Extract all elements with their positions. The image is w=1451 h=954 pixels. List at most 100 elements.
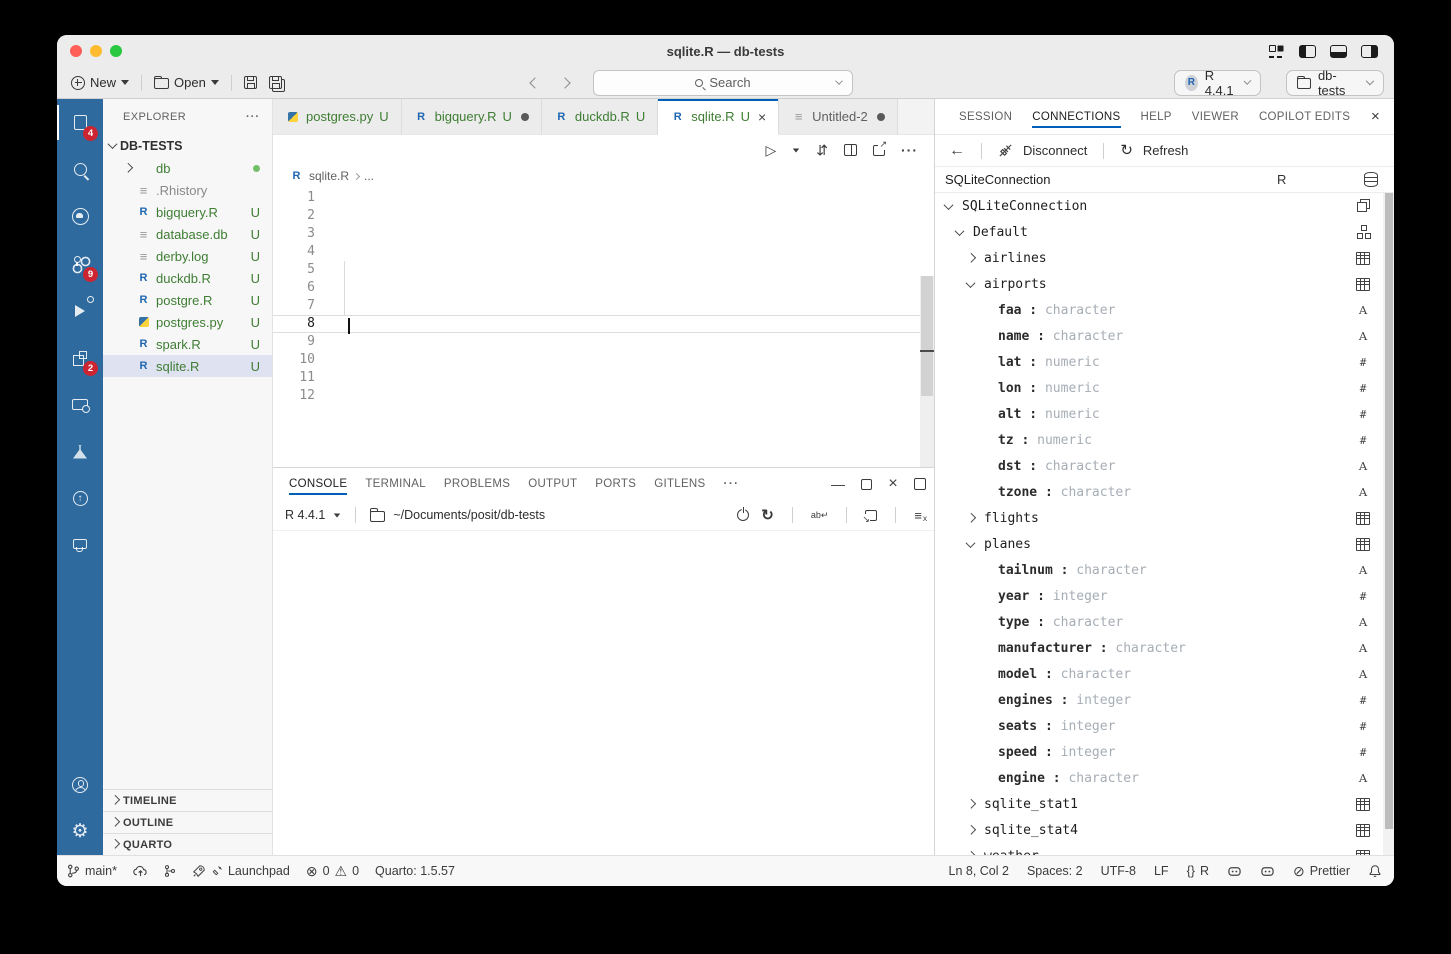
refresh-button[interactable]: Refresh [1143, 143, 1189, 158]
sidebar-item-publish[interactable]: ↑ [57, 475, 103, 522]
secondary-tab[interactable]: SESSION [959, 99, 1012, 135]
secondary-tab[interactable]: HELP [1141, 99, 1172, 135]
connection-tree-row[interactable]: faa : character [935, 297, 1394, 323]
editor-tab[interactable]: Untitled-2 [779, 99, 898, 134]
copilot-secondary-item[interactable] [1260, 865, 1275, 878]
connection-tree-row[interactable]: sqlite_stat1 [935, 791, 1394, 817]
connection-tree-row[interactable]: weather [935, 843, 1394, 855]
source-file-button[interactable]: ⇵ [816, 143, 828, 157]
secondary-tab[interactable]: COPILOT EDITS [1259, 99, 1350, 135]
prettier-item[interactable]: ⊘ Prettier [1293, 864, 1350, 878]
float-panel-icon[interactable] [861, 479, 872, 490]
secondary-tab[interactable]: VIEWER [1192, 99, 1239, 135]
explorer-more-actions-icon[interactable]: ··· [246, 111, 260, 123]
expand-chevron-icon[interactable] [944, 200, 954, 210]
connection-tree-row[interactable]: airlines [935, 245, 1394, 271]
sidebar-item-github[interactable] [57, 193, 103, 240]
cursor-position-item[interactable]: Ln 8, Col 2 [949, 864, 1009, 878]
file-tree-item[interactable]: spark.R U [103, 333, 272, 355]
interpreter-selector[interactable]: R R 4.4.1 [1174, 70, 1261, 96]
console-working-directory[interactable]: ~/Documents/posit/db-tests [393, 508, 545, 522]
navigate-forward-icon[interactable] [559, 77, 570, 88]
connection-tree-row[interactable]: year : integer [935, 583, 1394, 609]
connection-tree-row[interactable]: alt : numeric [935, 401, 1394, 427]
expand-chevron-icon[interactable] [966, 538, 976, 548]
run-dropdown-icon[interactable] [793, 148, 799, 152]
panel-tab[interactable]: TERMINAL [365, 468, 426, 500]
code-editor[interactable]: 1 2 [273, 187, 934, 467]
breadcrumb[interactable]: sqlite.R ... [273, 165, 934, 187]
connection-tree-row[interactable]: sqlite_stat4 [935, 817, 1394, 843]
connection-tree-row[interactable]: lat : numeric [935, 349, 1394, 375]
file-tree-item[interactable]: .Rhistory [103, 179, 272, 201]
connection-header-row[interactable]: SQLiteConnection R [935, 167, 1394, 193]
connection-tree-row[interactable]: manufacturer : character [935, 635, 1394, 661]
restart-console-icon[interactable]: ↻ [761, 508, 774, 523]
file-tree-item[interactable]: db [103, 157, 272, 179]
indentation-item[interactable]: Spaces: 2 [1027, 864, 1083, 878]
connections-scrollbar[interactable] [1383, 193, 1394, 855]
navigate-back-icon[interactable] [529, 77, 540, 88]
minimize-window-button[interactable] [90, 45, 102, 57]
run-button[interactable]: ▷ [765, 143, 776, 157]
file-tree-item[interactable]: database.db U [103, 223, 272, 245]
sidebar-item-remote-explorer[interactable] [57, 381, 103, 428]
panel-tab[interactable]: PROBLEMS [444, 468, 510, 500]
git-branch-item[interactable]: main* [67, 864, 117, 878]
panel-more-tabs-icon[interactable]: ··· [724, 478, 740, 490]
back-icon[interactable]: ← [949, 142, 965, 160]
connection-tree-row[interactable]: engine : character [935, 765, 1394, 791]
maximize-panel-icon[interactable] [914, 478, 926, 490]
close-tab-icon[interactable]: × [758, 109, 766, 125]
sidebar-item-search[interactable] [57, 146, 103, 193]
connection-tree-row[interactable]: model : character [935, 661, 1394, 687]
minimize-panel-icon[interactable]: — [831, 476, 845, 492]
toggle-panel-icon[interactable] [1330, 45, 1347, 58]
file-tree-item[interactable]: bigquery.R U [103, 201, 272, 223]
console-output[interactable] [273, 531, 934, 855]
editor-tab[interactable]: sqlite.R U × [658, 99, 779, 135]
clear-console-icon[interactable]: ≡ [914, 508, 922, 523]
disconnect-button[interactable]: Disconnect [1023, 143, 1087, 158]
connection-tree-row[interactable]: seats : integer [935, 713, 1394, 739]
connection-tree-row[interactable]: type : character [935, 609, 1394, 635]
new-button[interactable]: New [65, 75, 135, 90]
sidebar-item-comments[interactable] [57, 522, 103, 569]
word-wrap-icon[interactable]: ab↵ [811, 510, 829, 521]
notifications-item[interactable] [1368, 864, 1382, 878]
eol-item[interactable]: LF [1154, 864, 1169, 878]
shutdown-console-icon[interactable] [737, 509, 749, 521]
connection-tree-row[interactable]: speed : integer [935, 739, 1394, 765]
expand-chevron-icon[interactable] [955, 226, 965, 236]
encoding-item[interactable]: UTF-8 [1101, 864, 1136, 878]
scrollbar-thumb[interactable] [921, 276, 933, 396]
file-tree-item[interactable]: sqlite.R U [103, 355, 272, 377]
close-panel-icon[interactable]: × [1371, 108, 1380, 125]
connection-tree-row[interactable]: tzone : character [935, 479, 1394, 505]
connection-tree-row[interactable]: tailnum : character [935, 557, 1394, 583]
expand-chevron-icon[interactable] [966, 798, 976, 808]
save-all-button[interactable] [263, 76, 291, 89]
language-mode-item[interactable]: {} R [1187, 864, 1209, 878]
settings-button[interactable]: ⚙ [57, 808, 103, 855]
problems-item[interactable]: ⊗ 0 ⚠ 0 [306, 864, 359, 878]
secondary-tab[interactable]: CONNECTIONS [1032, 99, 1120, 135]
expand-chevron-icon[interactable] [966, 278, 976, 288]
panel-tab[interactable]: PORTS [595, 468, 636, 500]
launchpad-item[interactable]: Launchpad [192, 864, 290, 878]
connection-tree-row[interactable]: engines : integer [935, 687, 1394, 713]
open-button[interactable]: Open [148, 75, 225, 90]
connection-tree-row[interactable]: name : character [935, 323, 1394, 349]
git-graph-item[interactable] [164, 864, 176, 878]
editor-tab[interactable]: postgres.py U [273, 99, 402, 134]
connection-tree-row[interactable]: airports [935, 271, 1394, 297]
connection-tree-row[interactable]: tz : numeric [935, 427, 1394, 453]
sidebar-item-run-debug[interactable] [57, 287, 103, 334]
accounts-button[interactable] [57, 761, 103, 808]
customize-layout-icon[interactable] [1268, 45, 1285, 58]
expand-chevron-icon[interactable] [966, 252, 976, 262]
quarto-version-item[interactable]: Quarto: 1.5.57 [375, 864, 455, 878]
connection-tree-row[interactable]: flights [935, 505, 1394, 531]
split-editor-icon[interactable] [844, 144, 857, 156]
file-tree-item[interactable]: duckdb.R U [103, 267, 272, 289]
